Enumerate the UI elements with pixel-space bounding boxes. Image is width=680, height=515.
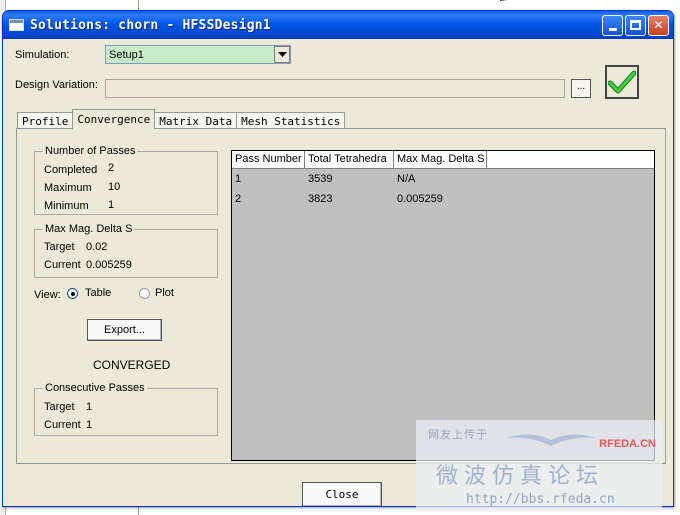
check-button[interactable] bbox=[605, 65, 639, 99]
delta-s-group-title: Max Mag. Delta S bbox=[43, 223, 135, 235]
close-button[interactable]: Close bbox=[302, 482, 382, 506]
delta-target-value: 0.02 bbox=[86, 241, 108, 253]
watermark: 网友上传于 RFEDA.CN 微波仿真论坛 http://bbs.rfeda.c… bbox=[416, 420, 662, 512]
consecutive-target-value: 1 bbox=[86, 401, 93, 413]
design-variation-field[interactable] bbox=[105, 79, 565, 98]
column-header-filler bbox=[487, 151, 654, 169]
minimize-button[interactable] bbox=[602, 14, 623, 36]
tab-convergence[interactable]: Convergence bbox=[72, 109, 156, 129]
convergence-status: CONVERGED bbox=[93, 358, 171, 372]
window-app-icon bbox=[9, 19, 24, 31]
export-button[interactable]: Export... bbox=[87, 319, 162, 341]
delta-current-label: Current bbox=[44, 259, 81, 271]
watermark-forum-name: 微波仿真论坛 bbox=[436, 464, 605, 489]
table-row[interactable]: 2 3823 0.005259 bbox=[232, 189, 654, 209]
checkmark-icon bbox=[608, 70, 636, 94]
maximum-label: Maximum bbox=[44, 182, 92, 194]
minimize-icon bbox=[608, 27, 617, 31]
watermark-brand: RFEDA.CN bbox=[599, 438, 656, 450]
delta-s-group: Max Mag. Delta S Target 0.02 Current 0.0… bbox=[34, 223, 218, 278]
consecutive-passes-group: Consecutive Passes Target 1 Current 1 bbox=[34, 382, 218, 436]
maximum-value: 10 bbox=[108, 181, 121, 193]
maximize-icon bbox=[630, 20, 641, 30]
completed-label: Completed bbox=[44, 164, 98, 176]
consecutive-current-label: Current bbox=[44, 419, 81, 431]
tab-profile[interactable]: Profile bbox=[17, 112, 74, 129]
delta-target-label: Target bbox=[44, 241, 75, 253]
simulation-label: Simulation: bbox=[15, 49, 70, 61]
minimum-value: 1 bbox=[108, 199, 115, 211]
table-cell: N/A bbox=[397, 173, 416, 185]
consecutive-target-label: Target bbox=[44, 401, 75, 413]
close-icon: ✕ bbox=[653, 18, 664, 32]
watermark-url: http://bbs.rfeda.cn bbox=[466, 492, 615, 507]
table-cell: 1 bbox=[235, 173, 242, 185]
column-header-total-tetrahedra[interactable]: Total Tetrahedra bbox=[305, 151, 394, 169]
view-plot-label[interactable]: Plot bbox=[155, 287, 174, 299]
passes-group: Number of Passes Completed 2 Maximum 10 … bbox=[34, 145, 218, 215]
simulation-select[interactable]: Setup1 bbox=[105, 45, 291, 64]
simulation-selected-value: Setup1 bbox=[109, 48, 144, 61]
column-header-max-mag-delta-s[interactable]: Max Mag. Delta S bbox=[394, 151, 487, 169]
column-header-pass-number[interactable]: Pass Number bbox=[232, 151, 305, 169]
delta-current-value: 0.005259 bbox=[86, 259, 132, 271]
completed-value: 2 bbox=[108, 162, 115, 174]
passes-group-title: Number of Passes bbox=[43, 145, 138, 157]
desktop-background-line bbox=[500, 0, 679, 1]
maximize-button[interactable] bbox=[625, 14, 646, 36]
view-table-radio[interactable] bbox=[67, 288, 78, 299]
table-row[interactable]: 1 3539 N/A bbox=[232, 169, 654, 189]
table-cell: 2 bbox=[235, 193, 242, 205]
consecutive-current-value: 1 bbox=[86, 419, 93, 431]
window-title: Solutions: chorn - HFSSDesign1 bbox=[30, 17, 271, 33]
minimum-label: Minimum bbox=[44, 200, 89, 212]
consecutive-group-title: Consecutive Passes bbox=[43, 382, 147, 394]
table-cell: 3539 bbox=[308, 173, 333, 185]
chevron-down-icon[interactable] bbox=[274, 46, 290, 63]
tab-mesh-statistics[interactable]: Mesh Statistics bbox=[236, 112, 346, 129]
tab-matrix-data[interactable]: Matrix Data bbox=[154, 112, 238, 129]
convergence-table[interactable]: Pass Number Total Tetrahedra Max Mag. De… bbox=[231, 150, 655, 461]
bird-logo-icon bbox=[506, 434, 596, 446]
browse-variation-button[interactable]: ... bbox=[571, 79, 591, 98]
view-table-label[interactable]: Table bbox=[85, 287, 111, 299]
view-label: View: bbox=[34, 289, 61, 301]
view-plot-radio[interactable] bbox=[139, 288, 150, 299]
table-cell: 0.005259 bbox=[397, 193, 443, 205]
table-header: Pass Number Total Tetrahedra Max Mag. De… bbox=[232, 151, 654, 169]
watermark-uploaded-text: 网友上传于 bbox=[428, 429, 488, 441]
design-variation-label: Design Variation: bbox=[15, 79, 98, 91]
title-bar[interactable]: Solutions: chorn - HFSSDesign1 ✕ bbox=[3, 11, 673, 39]
table-cell: 3823 bbox=[308, 193, 333, 205]
close-window-button[interactable]: ✕ bbox=[648, 14, 669, 36]
tab-strip: Profile Convergence Matrix Data Mesh Sta… bbox=[17, 109, 346, 129]
